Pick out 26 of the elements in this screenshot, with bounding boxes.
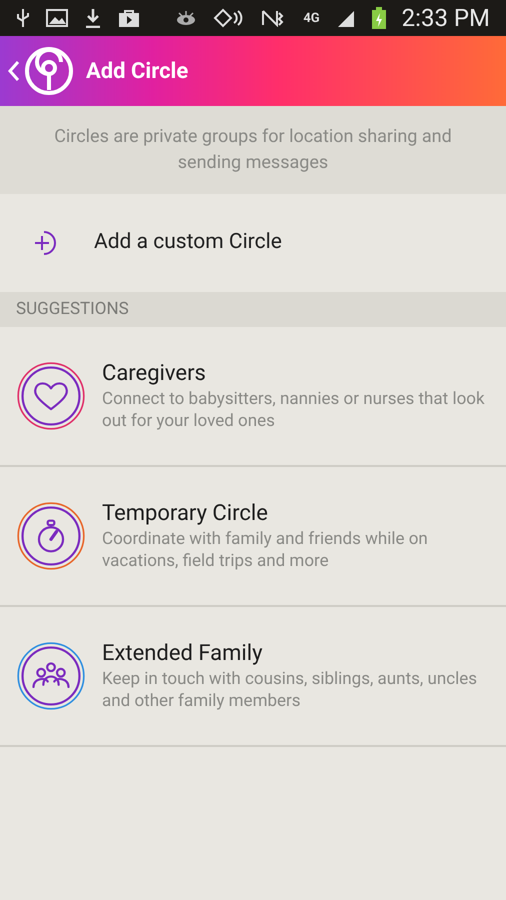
shopping-bag-icon <box>118 8 140 28</box>
intro-text: Circles are private groups for location sharing and sending messages <box>53 125 453 175</box>
network-type: 4G <box>303 12 320 24</box>
suggestion-title: Caregivers <box>102 360 207 388</box>
add-custom-circle-button[interactable]: Add a custom Circle <box>0 194 506 292</box>
suggestion-item[interactable]: Extended Family Keep in touch with cousins, siblings, aunts, uncles and other family members <box>0 607 506 747</box>
suggestion-title: Temporary Circle <box>102 500 269 528</box>
image-icon <box>46 9 68 27</box>
download-icon <box>84 8 102 28</box>
suggestion-description: Keep in touch with cousins, siblings, aunts, uncles and other family members <box>102 668 478 712</box>
signal-icon <box>336 9 356 27</box>
back-icon <box>8 60 20 82</box>
suggestion-item[interactable]: Caregivers Connect to babysitters, nannies or nurses that look out for your loved ones <box>0 327 506 467</box>
suggestion-title: Extended Family <box>102 640 264 668</box>
usb-icon <box>16 8 30 28</box>
eye-icon <box>175 10 198 26</box>
battery-icon <box>372 7 386 29</box>
screen-title: Add Circle <box>86 58 188 86</box>
section-title: SUGGESTIONS <box>16 298 129 321</box>
clock: 2:33 PM <box>402 3 490 34</box>
logo-icon <box>24 46 74 96</box>
suggestion-item[interactable]: Temporary Circle Coordinate with family and friends while on vacations, field trips and more <box>0 467 506 607</box>
suggestion-description: Coordinate with family and friends while on vacations, field trips and more <box>102 528 429 572</box>
nfc-icon <box>213 8 246 28</box>
back-button[interactable] <box>8 46 74 96</box>
suggestion-description: Connect to babysitters, nannies or nurses that look out for your loved ones <box>102 388 486 432</box>
